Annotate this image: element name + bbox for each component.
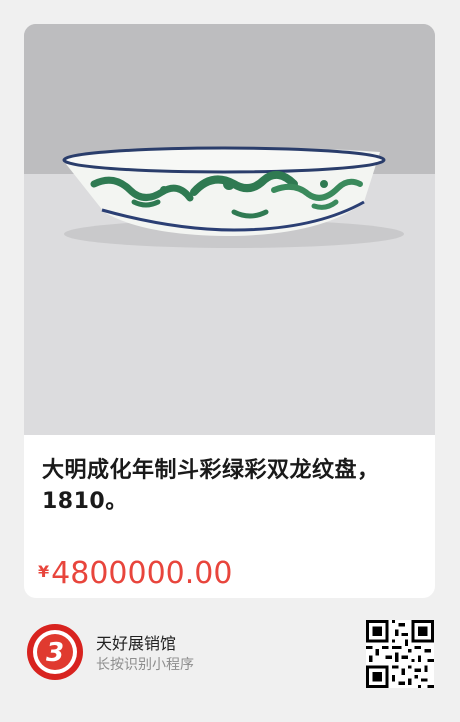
qr-code-icon[interactable] (366, 620, 434, 688)
shop-name: 天好展销馆 (96, 634, 177, 653)
price-row: ¥4800000.00 (38, 556, 232, 591)
mini-program-footer[interactable]: 3 天好展销馆 长按识别小程序 (0, 598, 460, 722)
svg-text:3: 3 (46, 638, 64, 668)
porcelain-plate-photo (24, 24, 435, 435)
product-card[interactable]: 大明成化年制斗彩绿彩双龙纹盘，1810。 ¥4800000.00 (24, 24, 435, 598)
product-title: 大明成化年制斗彩绿彩双龙纹盘，1810。 (42, 458, 380, 514)
product-image[interactable] (24, 24, 435, 435)
shop-logo-icon: 3 (27, 624, 83, 680)
long-press-hint: 长按识别小程序 (96, 657, 194, 673)
currency-symbol: ¥ (38, 562, 50, 581)
product-price: 4800000.00 (51, 556, 233, 591)
